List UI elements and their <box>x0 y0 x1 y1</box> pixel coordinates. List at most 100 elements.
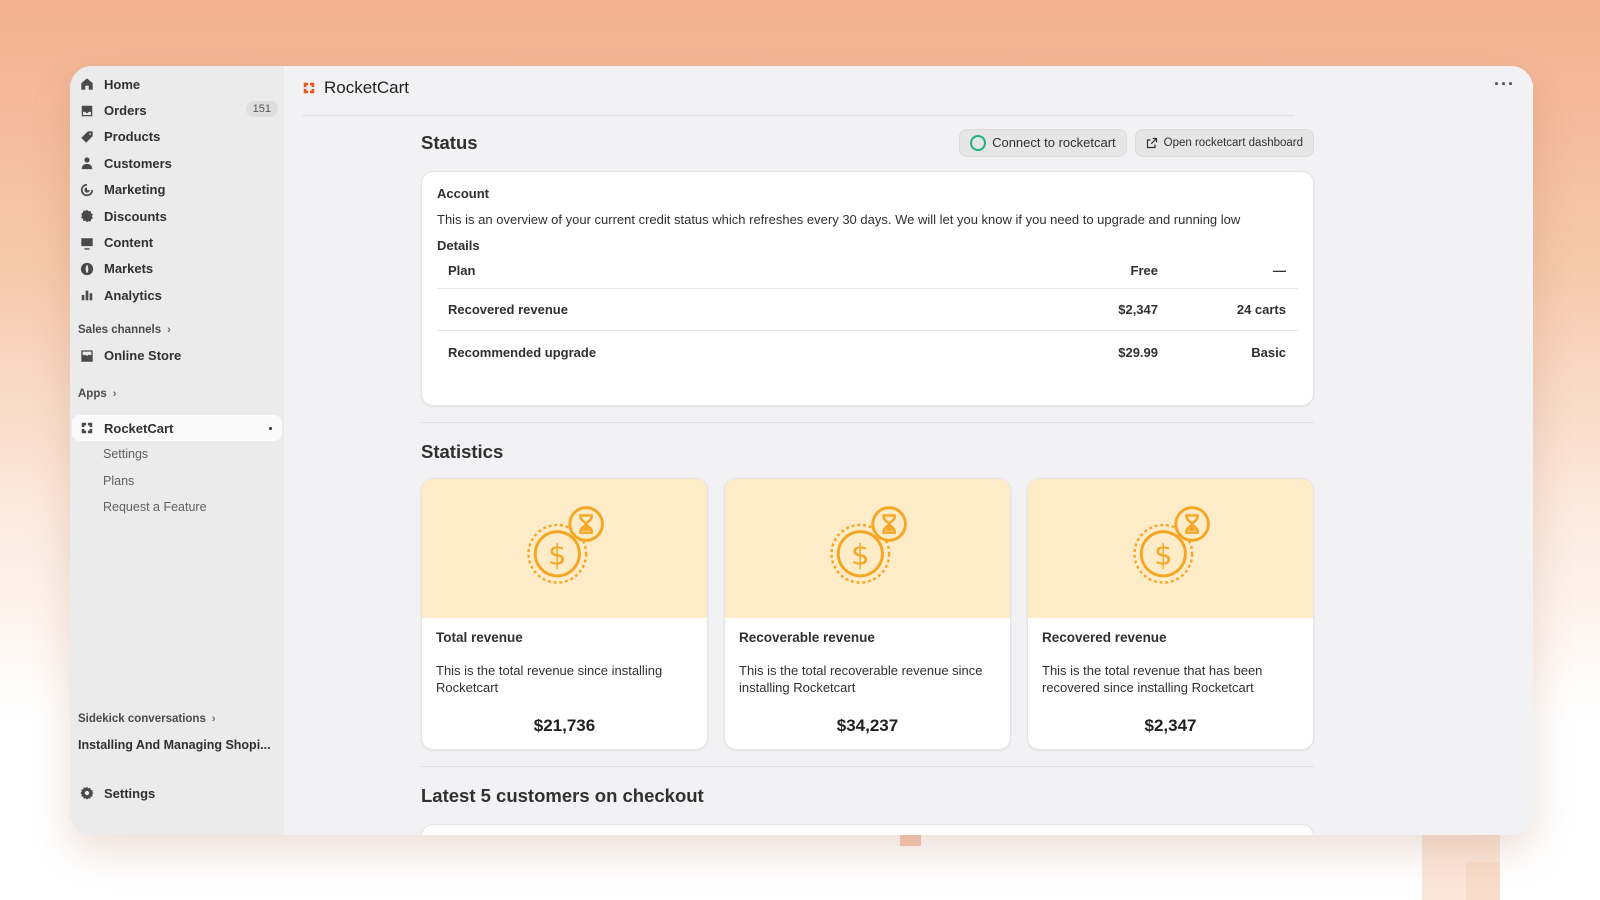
row-extra: — <box>1273 263 1286 278</box>
chevron-right-icon: › <box>112 387 117 400</box>
sidebar-item-label: Markets <box>104 261 154 277</box>
store-icon <box>80 349 94 363</box>
coin-hourglass-icon: $ <box>829 505 907 584</box>
coin-hourglass-icon: $ <box>1132 505 1210 584</box>
row-extra: Basic <box>1251 344 1286 360</box>
row-value: Free <box>1130 263 1158 278</box>
sidebar-item-rocketcart[interactable]: RocketCart <box>72 414 282 442</box>
sidebar-item-home[interactable]: Home <box>70 71 284 97</box>
stat-description: This is the total revenue that has been … <box>1042 663 1263 695</box>
stat-card-recovered-revenue: $ Recovered revenue This is the total re… <box>1027 478 1314 750</box>
admin-window: Home Orders 151 Products Customers Marke… <box>70 66 1533 835</box>
row-label: Plan <box>448 263 476 278</box>
details-row-recommended-upgrade: Recommended upgrade $29.99 Basic <box>437 331 1298 373</box>
sidebar-item-products[interactable]: Products <box>70 124 284 150</box>
stat-card-total-revenue: $ Total revenue This is the total revenu… <box>421 478 708 750</box>
sidebar-item-online-store[interactable]: Online Store <box>70 343 284 369</box>
account-label: Account <box>437 186 489 201</box>
sidebar-item-analytics[interactable]: Analytics <box>70 282 284 308</box>
sidebar-item-label: Products <box>104 129 161 145</box>
account-card: Account This is an overview of your curr… <box>421 171 1314 406</box>
divider <box>302 115 1294 116</box>
sidebar-item-discounts[interactable]: Discounts <box>70 203 284 229</box>
sidebar-item-label: Home <box>104 76 141 92</box>
sidebar-item-content[interactable]: Content <box>70 229 284 255</box>
pin-dot-icon[interactable] <box>269 426 272 430</box>
row-value: $29.99 <box>1118 344 1158 360</box>
app-title: RocketCart <box>324 78 410 97</box>
account-description: This is an overview of your current cred… <box>437 212 1241 227</box>
stat-description: This is the total recoverable revenue si… <box>739 663 983 695</box>
orders-count-badge: 151 <box>245 101 278 118</box>
apps-header[interactable]: Apps › <box>70 381 284 407</box>
background-decoration <box>1466 862 1500 900</box>
button-label: Open rocketcart dashboard <box>1163 136 1303 149</box>
connect-button[interactable]: Connect to rocketcart <box>959 128 1127 157</box>
sidekick-conversations-header[interactable]: Sidekick conversations › <box>70 706 284 732</box>
home-icon <box>80 77 94 91</box>
sidebar-item-marketing[interactable]: Marketing <box>70 177 284 203</box>
sidebar-subitem-request-feature[interactable]: Request a Feature <box>70 494 284 520</box>
latest-customers-header: Latest 5 customers on checkout <box>421 781 1314 810</box>
sidebar-item-orders[interactable]: Orders 151 <box>70 97 284 123</box>
sidebar-item-label: Content <box>104 235 154 251</box>
row-label: Recommended upgrade <box>448 344 597 360</box>
stat-body: Recovered revenue This is the total reve… <box>1028 618 1313 736</box>
rocketcart-logo-icon <box>80 421 94 435</box>
row-extra: 24 carts <box>1236 302 1286 317</box>
rocketcart-logo-icon <box>303 82 315 94</box>
latest-customers-title: Latest 5 customers on checkout <box>421 784 704 806</box>
sidebar-item-label: Marketing <box>104 182 166 198</box>
stat-value: $21,736 <box>533 716 596 735</box>
sidekick-conversation-item[interactable]: Installing And Managing Shopi... <box>70 732 284 758</box>
divider <box>421 422 1314 423</box>
globe-icon <box>80 262 94 276</box>
stat-illustration: $ <box>725 479 1010 618</box>
sidebar: Home Orders 151 Products Customers Marke… <box>70 66 284 835</box>
sidebar-item-customers[interactable]: Customers <box>70 150 284 176</box>
coin-hourglass-icon: $ <box>526 505 604 584</box>
status-header: Status Connect to rocketcart Open rocket… <box>421 128 1314 157</box>
more-options-button[interactable]: ··· <box>1494 74 1515 95</box>
sidebar-item-label: Analytics <box>104 287 162 303</box>
section-label-text: Apps <box>78 387 107 400</box>
stat-title: Recovered revenue <box>1042 630 1167 645</box>
row-label: Recovered revenue <box>448 302 568 317</box>
stat-description: This is the total revenue since installi… <box>436 663 663 695</box>
sidebar-item-label: Customers <box>104 155 172 171</box>
sales-channels-header[interactable]: Sales channels › <box>70 317 284 343</box>
sidebar-item-label: Online Store <box>104 348 182 364</box>
stat-value: $34,237 <box>836 716 899 735</box>
tag-icon <box>80 130 94 144</box>
stat-illustration: $ <box>1028 479 1313 618</box>
status-actions: Connect to rocketcart Open rocketcart da… <box>959 128 1314 157</box>
svg-text:$: $ <box>548 537 566 571</box>
target-icon <box>80 183 94 197</box>
person-icon <box>80 156 94 170</box>
svg-text:$: $ <box>851 537 869 571</box>
statistics-header: Statistics <box>421 437 1314 466</box>
sidebar-item-label: RocketCart <box>104 420 174 436</box>
sidebar-item-settings[interactable]: Settings <box>70 780 284 806</box>
stat-title: Recoverable revenue <box>739 630 875 645</box>
discount-icon <box>80 209 94 223</box>
details-label: Details <box>437 238 480 253</box>
stat-title: Total revenue <box>436 630 523 645</box>
button-label: Connect to rocketcart <box>992 135 1116 150</box>
details-row-plan: Plan Free — <box>437 253 1298 289</box>
sidebar-item-label: Orders <box>104 103 147 119</box>
inbox-icon <box>80 104 94 118</box>
stat-body: Total revenue This is the total revenue … <box>422 618 707 736</box>
divider <box>421 766 1314 767</box>
sidebar-item-label: Settings <box>104 785 156 801</box>
bar-chart-icon <box>80 288 94 302</box>
stat-value: $2,347 <box>1144 716 1197 735</box>
section-label-text: Sidekick conversations <box>78 713 206 725</box>
sidebar-subitem-settings[interactable]: Settings <box>70 441 284 467</box>
status-ring-icon <box>970 134 987 151</box>
open-dashboard-button[interactable]: Open rocketcart dashboard <box>1134 128 1314 157</box>
section-label-text: Sales channels <box>78 323 162 336</box>
sidebar-subitem-plans[interactable]: Plans <box>70 468 284 494</box>
statistics-grid: $ Total revenue This is the total revenu… <box>421 478 1314 750</box>
sidebar-item-markets[interactable]: Markets <box>70 256 284 282</box>
